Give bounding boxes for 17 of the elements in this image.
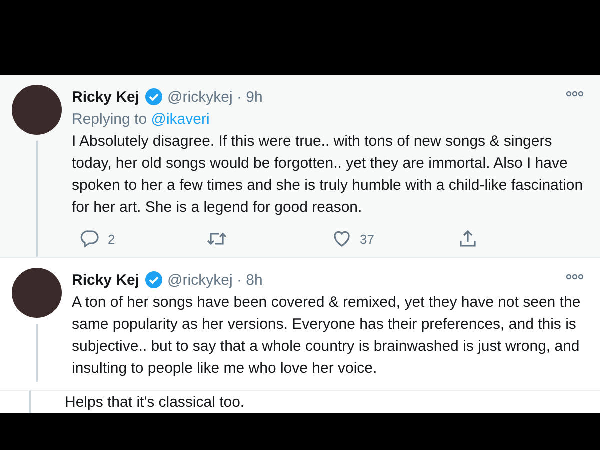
heart-icon[interactable] [332, 229, 352, 249]
avatar[interactable] [12, 268, 62, 318]
handle-and-time: @rickykej · 9h [168, 88, 263, 106]
tweet-text: I Absolutely disagree. If this were true.. with tons of new songs & singers today, her old songs would be forgotten.. yet they are immortal. Also I have spoken to her a few times and she is truly humble with a child-like fascination for her art. She is a legend for good reason. [72, 132, 584, 218]
like-count: 37 [360, 232, 374, 246]
reply-count: 2 [108, 232, 116, 246]
tweet-text: Helps that it's classical too. [65, 393, 245, 413]
more-options-icon[interactable] [566, 91, 584, 97]
share-icon[interactable] [458, 229, 478, 249]
user-name[interactable]: Ricky Kej [72, 272, 140, 288]
handle-and-time: @rickykej · 8h [168, 272, 263, 288]
more-options-icon[interactable] [566, 274, 584, 280]
speech-bubble-icon[interactable] [80, 229, 100, 249]
user-name[interactable]: Ricky Kej [72, 88, 140, 106]
avatar[interactable] [12, 85, 62, 135]
tweet-text: A ton of her songs have been covered & remixed, yet they have not seen the same popularity as her versions. Everyone has their preferences, and this is subjective.. but to say that a whole country is brainwashed is just wrong, and insulting to people like me who love her voice. [72, 293, 582, 379]
replying-to-label: Replying to [72, 111, 148, 128]
